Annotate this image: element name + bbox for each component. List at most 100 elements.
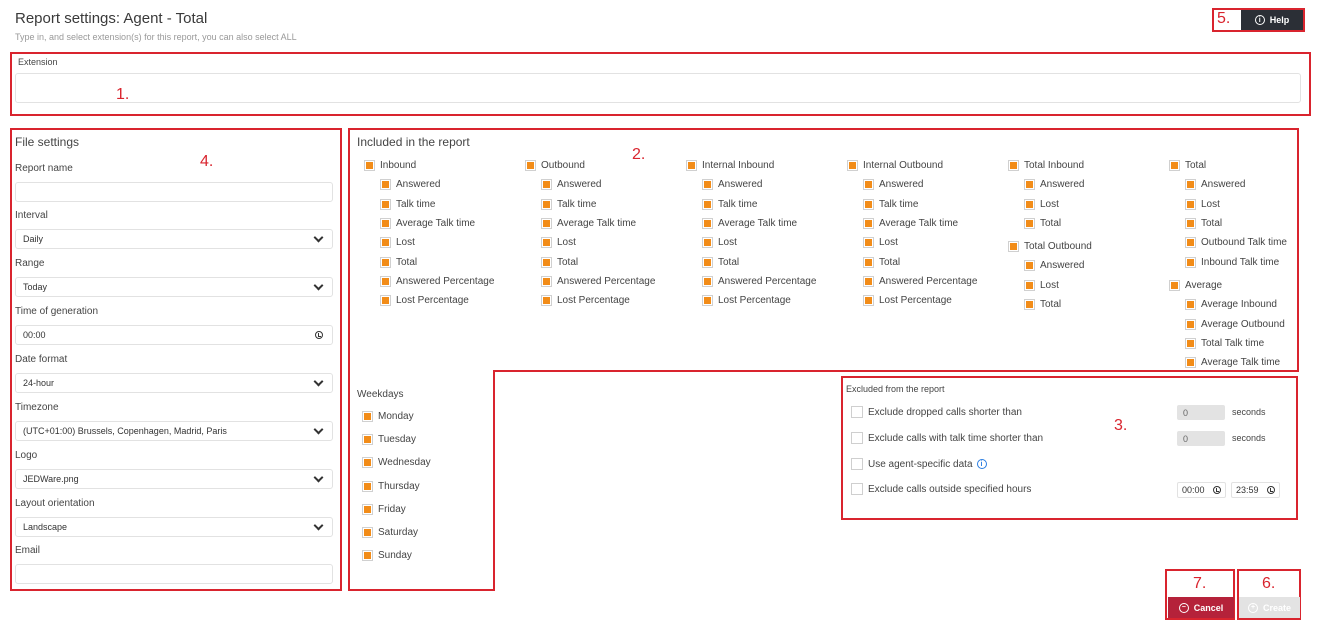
checkbox-inbound-item[interactable]: Total bbox=[380, 256, 417, 268]
checkbox-internal-inbound-item[interactable]: Total bbox=[702, 256, 739, 268]
dropped-seconds-input[interactable]: 0 bbox=[1177, 405, 1225, 420]
checkbox-total-outbound-item-label: Lost bbox=[1040, 279, 1059, 291]
checkbox-total-inbound-item[interactable]: Answered bbox=[1024, 179, 1084, 191]
checkbox-average-item[interactable]: Average Inbound bbox=[1185, 299, 1277, 311]
exclude-hours-checkbox[interactable]: Exclude calls outside specified hours bbox=[851, 483, 1031, 495]
checkbox-average[interactable]: Average bbox=[1169, 280, 1222, 291]
checkbox-internal-outbound-item[interactable]: Lost bbox=[863, 237, 898, 249]
weekday-checkbox-sunday[interactable]: Sunday bbox=[362, 550, 412, 562]
checkbox-outbound-item[interactable]: Talk time bbox=[541, 198, 596, 210]
checkbox-checked bbox=[702, 217, 713, 229]
checkbox-average-item[interactable]: Total Talk time bbox=[1185, 337, 1264, 349]
checkbox-total-inbound-item-label: Total bbox=[1040, 217, 1062, 229]
checkbox-internal-inbound[interactable]: Internal Inbound bbox=[686, 160, 774, 171]
weekday-checkbox-friday[interactable]: Friday bbox=[362, 503, 406, 515]
checkbox-inbound-item[interactable]: Lost Percentage bbox=[380, 295, 469, 307]
agent-specific-label: Use agent-specific data bbox=[868, 458, 973, 470]
checkbox-inbound-item[interactable]: Average Talk time bbox=[380, 217, 475, 229]
checkbox-checked bbox=[1008, 241, 1019, 252]
checkbox-checked bbox=[541, 256, 552, 268]
checkbox-total-inbound[interactable]: Total Inbound bbox=[1008, 160, 1084, 171]
checkbox-outbound-item-label: Answered Percentage bbox=[557, 275, 656, 287]
checkbox-inbound-item[interactable]: Talk time bbox=[380, 198, 435, 210]
create-button[interactable]: + Create bbox=[1239, 597, 1300, 618]
checkbox-total-item[interactable]: Total bbox=[1185, 217, 1222, 229]
checkbox-total[interactable]: Total bbox=[1169, 160, 1206, 171]
checkbox-inbound-item[interactable]: Lost bbox=[380, 237, 415, 249]
checkbox-total-item[interactable]: Lost bbox=[1185, 198, 1220, 210]
checkbox-inbound-item[interactable]: Answered Percentage bbox=[380, 275, 494, 287]
checkbox-internal-outbound-item[interactable]: Lost Percentage bbox=[863, 295, 952, 307]
checkbox-internal-inbound-item[interactable]: Average Talk time bbox=[702, 217, 797, 229]
checkbox-outbound-item[interactable]: Lost bbox=[541, 237, 576, 249]
hours-from-input[interactable]: 00:00 bbox=[1177, 482, 1226, 498]
checkbox-inbound-item-label: Answered bbox=[396, 179, 441, 191]
checkbox-total-inbound-item[interactable]: Total bbox=[1024, 217, 1062, 229]
weekday-checkbox-monday[interactable]: Monday bbox=[362, 411, 414, 422]
checkbox-internal-inbound-item[interactable]: Lost bbox=[702, 237, 737, 249]
info-icon[interactable]: i bbox=[976, 459, 987, 469]
checkbox-total-item[interactable]: Outbound Talk time bbox=[1185, 237, 1287, 249]
checkbox-outbound-item[interactable]: Answered bbox=[541, 179, 601, 191]
checkbox-outbound-item[interactable]: Answered Percentage bbox=[541, 275, 656, 287]
checkbox-total-inbound-item-label: Lost bbox=[1040, 198, 1059, 210]
checkbox-average-item[interactable]: Average Talk time bbox=[1185, 357, 1280, 369]
checkbox-checked bbox=[364, 160, 375, 171]
checkbox-checked bbox=[1185, 179, 1196, 191]
checkbox-average-item[interactable]: Average Outbound bbox=[1185, 318, 1285, 330]
weekday-checkbox-thursday[interactable]: Thursday bbox=[362, 480, 420, 492]
checkbox-outbound-item[interactable]: Average Talk time bbox=[541, 217, 636, 229]
checkbox-internal-outbound-item[interactable]: Answered bbox=[863, 179, 923, 191]
checkbox-checked bbox=[541, 198, 552, 210]
annotation-box-excluded bbox=[841, 376, 1298, 520]
checkbox-internal-outbound-item[interactable]: Total bbox=[863, 256, 900, 268]
checkbox-outbound-item[interactable]: Lost Percentage bbox=[541, 295, 630, 307]
checkbox-inbound[interactable]: Inbound bbox=[364, 160, 416, 171]
weekday-checkbox-wednesday[interactable]: Wednesday bbox=[362, 457, 431, 469]
checkbox-checked bbox=[1169, 280, 1180, 291]
checkbox-checked bbox=[1024, 279, 1035, 291]
checkbox-checked bbox=[1185, 217, 1196, 229]
checkbox-internal-outbound-item[interactable]: Average Talk time bbox=[863, 217, 958, 229]
checkbox-internal-inbound-item[interactable]: Talk time bbox=[702, 198, 757, 210]
checkbox-internal-outbound-item[interactable]: Talk time bbox=[863, 198, 918, 210]
weekday-checkbox-tuesday[interactable]: Tuesday bbox=[362, 434, 416, 446]
checkbox-total-outbound-item[interactable]: Answered bbox=[1024, 260, 1084, 272]
checkbox-checked bbox=[863, 217, 874, 229]
hours-to-input[interactable]: 23:59 bbox=[1231, 482, 1280, 498]
checkbox-outbound[interactable]: Outbound bbox=[525, 160, 585, 171]
checkbox-internal-inbound-item[interactable]: Answered Percentage bbox=[702, 275, 816, 287]
exclude-hours-label: Exclude calls outside specified hours bbox=[868, 483, 1032, 495]
exclude-dropped-checkbox[interactable]: Exclude dropped calls shorter than bbox=[851, 406, 1022, 418]
weekday-checkbox-saturday[interactable]: Saturday bbox=[362, 527, 418, 538]
checkbox-total-item[interactable]: Answered bbox=[1185, 179, 1245, 191]
checkbox-internal-inbound-item[interactable]: Answered bbox=[702, 179, 762, 191]
checkbox-outbound-item[interactable]: Total bbox=[541, 256, 578, 268]
checkbox-internal-outbound-label: Internal Outbound bbox=[863, 160, 944, 171]
checkbox-internal-outbound-item[interactable]: Answered Percentage bbox=[863, 275, 977, 287]
checkbox-checked bbox=[362, 527, 373, 538]
checkbox-total-inbound-item[interactable]: Lost bbox=[1024, 198, 1059, 210]
checkbox-internal-outbound[interactable]: Internal Outbound bbox=[847, 160, 943, 171]
checkbox-inbound-item[interactable]: Answered bbox=[380, 179, 441, 191]
checkbox-total-item[interactable]: Inbound Talk time bbox=[1185, 256, 1279, 268]
checkbox-box bbox=[851, 406, 863, 418]
checkbox-total-outbound[interactable]: Total Outbound bbox=[1008, 241, 1092, 252]
cancel-button[interactable]: − Cancel bbox=[1168, 597, 1234, 618]
checkbox-internal-inbound-item[interactable]: Lost Percentage bbox=[702, 295, 791, 307]
checkbox-inbound-item-label: Lost bbox=[396, 237, 415, 249]
checkbox-outbound-item-label: Lost Percentage bbox=[557, 295, 630, 307]
checkbox-total-outbound-item[interactable]: Total bbox=[1024, 298, 1061, 310]
agent-specific-checkbox[interactable]: Use agent-specific data i bbox=[851, 458, 987, 470]
checkbox-checked bbox=[1185, 318, 1196, 330]
talk-seconds-input[interactable]: 0 bbox=[1177, 431, 1225, 446]
weekday-label: Thursday bbox=[378, 480, 420, 492]
checkbox-checked bbox=[1024, 260, 1035, 272]
exclude-talk-checkbox[interactable]: Exclude calls with talk time shorter tha… bbox=[851, 432, 1043, 444]
checkbox-checked bbox=[541, 275, 552, 287]
checkbox-checked bbox=[1024, 198, 1035, 210]
checkbox-checked bbox=[702, 275, 713, 287]
weekday-label: Friday bbox=[378, 503, 406, 515]
checkbox-checked bbox=[1169, 160, 1180, 171]
checkbox-total-outbound-item[interactable]: Lost bbox=[1024, 279, 1059, 291]
